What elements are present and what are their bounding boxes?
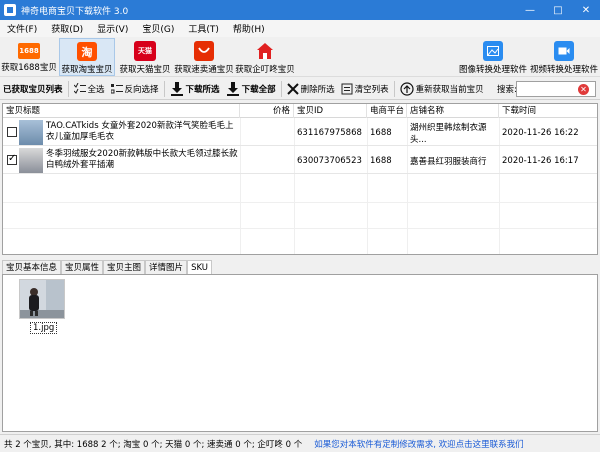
cell-price <box>240 147 294 174</box>
tab-basic-info[interactable]: 宝贝基本信息 <box>2 260 62 274</box>
menu-tools[interactable]: 工具(T) <box>181 22 226 35</box>
delete-selected-button[interactable]: 删除所选 <box>284 79 338 99</box>
fetch-qidingdong-button[interactable]: 获取企叮咚宝贝 <box>235 38 295 76</box>
clear-search-icon[interactable]: ✕ <box>578 84 589 95</box>
list-label: 已获取宝贝列表 <box>3 84 63 95</box>
maximize-icon[interactable]: □ <box>544 0 572 20</box>
title-bar: 神奇电商宝贝下载软件 3.0 — □ ✕ <box>0 0 600 20</box>
fetch-1688-button[interactable]: 1688 获取1688宝贝 <box>1 38 57 76</box>
tab-attributes[interactable]: 宝贝属性 <box>61 260 104 274</box>
search-input[interactable]: ✕ <box>516 81 596 97</box>
video-convert-icon <box>554 41 574 61</box>
col-price[interactable]: 价格 <box>240 104 294 118</box>
table-header: 宝贝标题 价格 宝贝ID 电商平台 店铺名称 下载时间 <box>3 104 597 118</box>
col-id[interactable]: 宝贝ID <box>294 104 367 118</box>
menu-fetch[interactable]: 获取(D) <box>44 22 90 35</box>
row-checkbox[interactable] <box>7 127 17 137</box>
menu-file[interactable]: 文件(F) <box>0 22 44 35</box>
aliexpress-icon <box>194 41 214 61</box>
tmall-icon: 天猫 <box>134 41 156 61</box>
sku-panel: 1.jpg <box>2 274 598 432</box>
table-row[interactable]: 冬季羽绒服女2020新款韩版中长款大毛领过膝长款白鸭绒外套平插潮 6300737… <box>3 147 597 174</box>
detail-tabs: 宝贝基本信息 宝贝属性 宝贝主图 详情图片 SKU <box>2 260 213 274</box>
menu-view[interactable]: 显示(V) <box>90 22 135 35</box>
table-row[interactable]: TAO.CATkids 女童外套2020新款洋气笑脸毛毛上衣儿童加厚毛毛衣 63… <box>3 119 597 146</box>
image-convert-icon <box>483 41 503 61</box>
invert-list-icon <box>110 83 123 95</box>
home-icon <box>255 41 275 61</box>
download-all-button[interactable]: 下载全部 <box>223 79 279 99</box>
cell-title: 冬季羽绒服女2020新款韩版中长款大毛领过膝长款白鸭绒外套平插潮 <box>46 149 238 170</box>
minimize-icon[interactable]: — <box>516 0 544 20</box>
select-all-button[interactable]: 全选 <box>71 79 108 99</box>
col-title[interactable]: 宝贝标题 <box>3 104 240 118</box>
refresh-icon <box>400 81 414 96</box>
menu-item[interactable]: 宝贝(G) <box>135 22 181 35</box>
checklist-icon <box>73 82 86 95</box>
product-thumbnail <box>19 120 43 145</box>
tab-sku[interactable]: SKU <box>187 260 213 274</box>
source-toolbar: 1688 获取1688宝贝 淘 获取淘宝宝贝 天猫 获取天猫宝贝 获取速卖通宝贝… <box>0 37 600 77</box>
download-all-icon <box>226 81 240 96</box>
cell-title: TAO.CATkids 女童外套2020新款洋气笑脸毛毛上衣儿童加厚毛毛衣 <box>46 121 234 142</box>
tab-detail-images[interactable]: 详情图片 <box>145 260 188 274</box>
download-selected-button[interactable]: 下载所选 <box>167 79 223 99</box>
taobao-icon: 淘 <box>77 42 97 61</box>
cell-shop: 嘉善县红羽服装商行 <box>410 156 487 167</box>
sku-image[interactable] <box>19 279 65 319</box>
cell-id: 631167975868 <box>297 127 362 138</box>
image-convert-button[interactable]: 图像转换处理软件 <box>458 38 528 76</box>
product-table: 宝贝标题 价格 宝贝ID 电商平台 店铺名称 下载时间 TAO.CATkids … <box>2 103 598 255</box>
close-icon[interactable]: ✕ <box>572 0 600 20</box>
menu-help[interactable]: 帮助(H) <box>226 22 272 35</box>
delete-x-icon <box>286 82 299 95</box>
clear-list-button[interactable]: 清空列表 <box>338 79 392 99</box>
cell-platform: 1688 <box>370 127 392 138</box>
cell-time: 2020-11-26 16:22 <box>502 127 579 138</box>
fetch-aliexpress-button[interactable]: 获取速卖通宝贝 <box>174 38 234 76</box>
search-label: 搜索: <box>497 85 517 95</box>
col-shop[interactable]: 店铺名称 <box>407 104 499 118</box>
contact-link[interactable]: 如果您对本软件有定制修改需求, 欢迎点击这里联系我们 <box>314 438 523 450</box>
status-summary: 共 2 个宝贝, 其中: 1688 2 个; 淘宝 0 个; 天猫 0 个; 速… <box>4 439 303 450</box>
window-title: 神奇电商宝贝下载软件 3.0 <box>21 6 129 17</box>
tab-main-images[interactable]: 宝贝主图 <box>103 260 146 274</box>
status-bar: 共 2 个宝贝, 其中: 1688 2 个; 淘宝 0 个; 天猫 0 个; 速… <box>0 434 600 452</box>
row-checkbox[interactable] <box>7 153 17 165</box>
col-platform[interactable]: 电商平台 <box>367 104 407 118</box>
window-controls: — □ ✕ <box>516 0 600 20</box>
cell-price <box>240 119 294 146</box>
video-convert-button[interactable]: 视频转换处理软件 <box>529 38 599 76</box>
product-thumbnail <box>19 148 43 173</box>
sku-image-filename[interactable]: 1.jpg <box>30 322 58 334</box>
fetch-tmall-button[interactable]: 天猫 获取天猫宝贝 <box>118 38 172 76</box>
invert-selection-button[interactable]: 反向选择 <box>108 79 162 99</box>
cell-shop: 湖州织里韩炫制衣源头... <box>410 122 487 145</box>
col-time[interactable]: 下载时间 <box>499 104 597 118</box>
cell-id: 630073706523 <box>297 155 362 166</box>
1688-icon: 1688 <box>18 43 40 59</box>
cell-time: 2020-11-26 16:17 <box>502 155 579 166</box>
refetch-button[interactable]: 重新获取当前宝贝 <box>397 79 487 99</box>
app-window: 神奇电商宝贝下载软件 3.0 — □ ✕ 文件(F) 获取(D) 显示(V) 宝… <box>0 0 600 452</box>
cell-platform: 1688 <box>370 155 392 166</box>
fetch-taobao-button[interactable]: 淘 获取淘宝宝贝 <box>59 38 115 76</box>
app-logo-icon <box>4 4 16 16</box>
menu-bar: 文件(F) 获取(D) 显示(V) 宝贝(G) 工具(T) 帮助(H) <box>0 20 600 37</box>
download-icon <box>170 81 184 96</box>
clear-list-icon <box>341 83 353 95</box>
